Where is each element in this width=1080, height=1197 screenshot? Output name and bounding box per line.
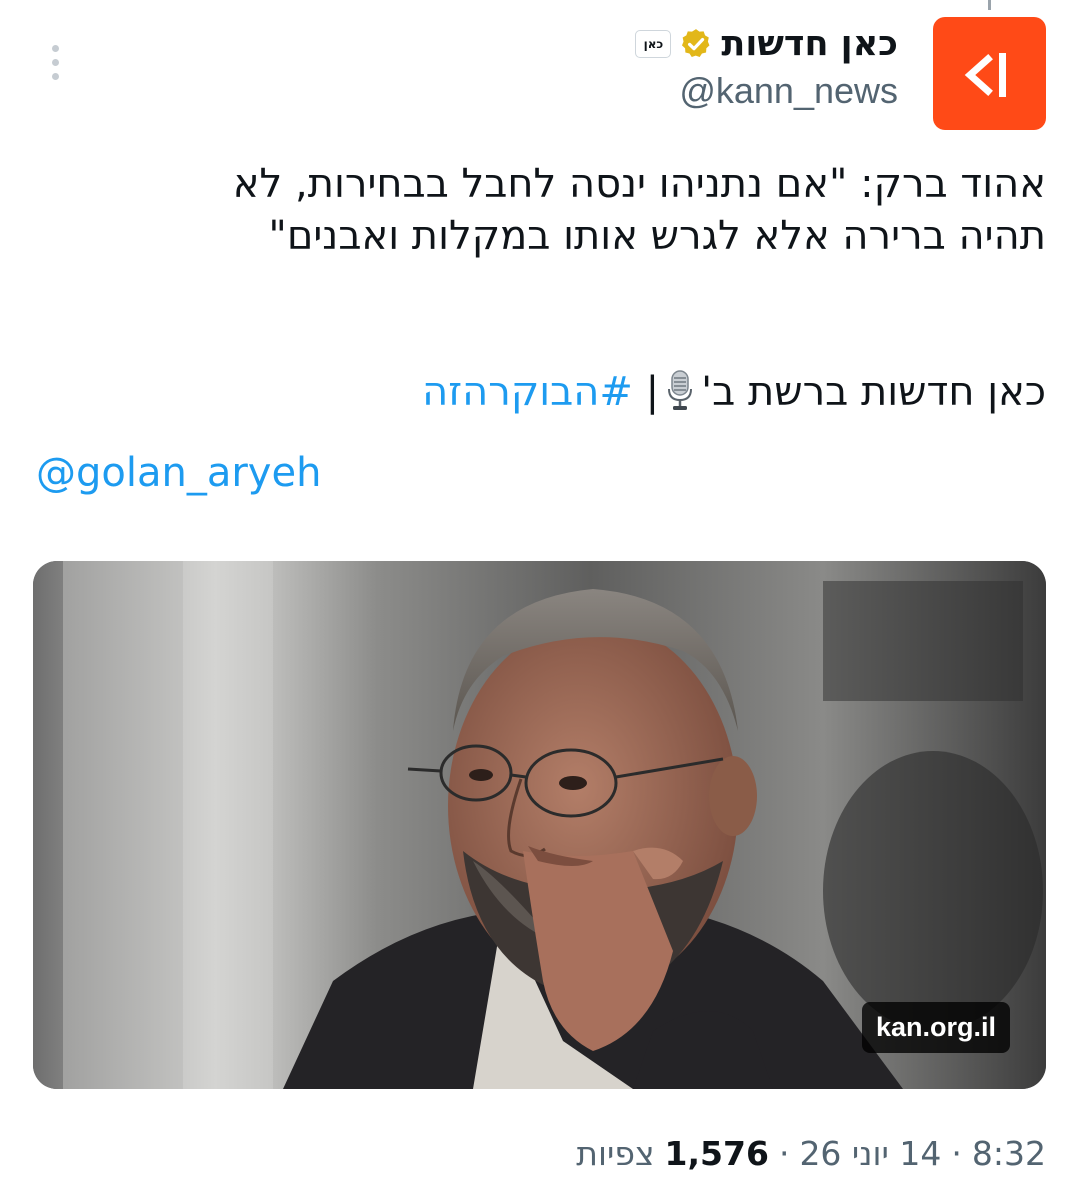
tweet-text: אהוד ברק: "אם נתניהו ינסה לחבל בבחירות, …: [34, 158, 1046, 424]
tweet-meta-row: 8:32 · 14 יוני 26 · 1,576 צפיות: [576, 1134, 1046, 1173]
meta-separator: ·: [778, 1134, 790, 1173]
author-avatar[interactable]: [933, 17, 1046, 130]
author-name-row: כאן חדשות כאן: [635, 18, 898, 70]
tweet-text-line: אהוד ברק: "אם נתניהו ינסה לחבל בבחירות, …: [232, 161, 1046, 207]
views-count[interactable]: 1,576: [665, 1134, 769, 1173]
author-display-name[interactable]: כאן חדשות: [721, 24, 898, 64]
author-handle[interactable]: @kann_news: [679, 70, 898, 112]
tweet-date[interactable]: 14 יוני 26: [799, 1134, 941, 1173]
program-credit: כאן חדשות ברשת ב': [701, 369, 1046, 415]
more-dot-icon: [51, 58, 59, 66]
link-domain-label: kan.org.il: [861, 1002, 1010, 1053]
tweet-text-line: כאן חדשות ברשת ב' | #הבוקרהזה: [34, 366, 1046, 424]
tweet-time[interactable]: 8:32: [972, 1134, 1046, 1173]
meta-separator: ·: [951, 1134, 962, 1173]
more-dot-icon: [51, 72, 59, 80]
affiliate-badge[interactable]: כאן: [635, 30, 672, 58]
status-indicator: [988, 0, 991, 10]
mention-link[interactable]: @golan_aryeh: [36, 450, 321, 496]
more-options-button[interactable]: [40, 40, 70, 84]
views-label: צפיות: [576, 1134, 655, 1173]
kan-logo-icon: [964, 53, 1006, 97]
verified-badge-icon: [679, 27, 713, 61]
hashtag-link[interactable]: #הבוקרהזה: [422, 369, 633, 415]
studio-microphone-icon: [665, 369, 695, 424]
tweet-text-line: תהיה ברירה אלא לגרש אותו במקלות ואבנים": [268, 213, 1046, 259]
more-dot-icon: [51, 44, 59, 52]
link-card-image[interactable]: kan.org.il: [33, 561, 1046, 1089]
separator: |: [645, 369, 660, 415]
